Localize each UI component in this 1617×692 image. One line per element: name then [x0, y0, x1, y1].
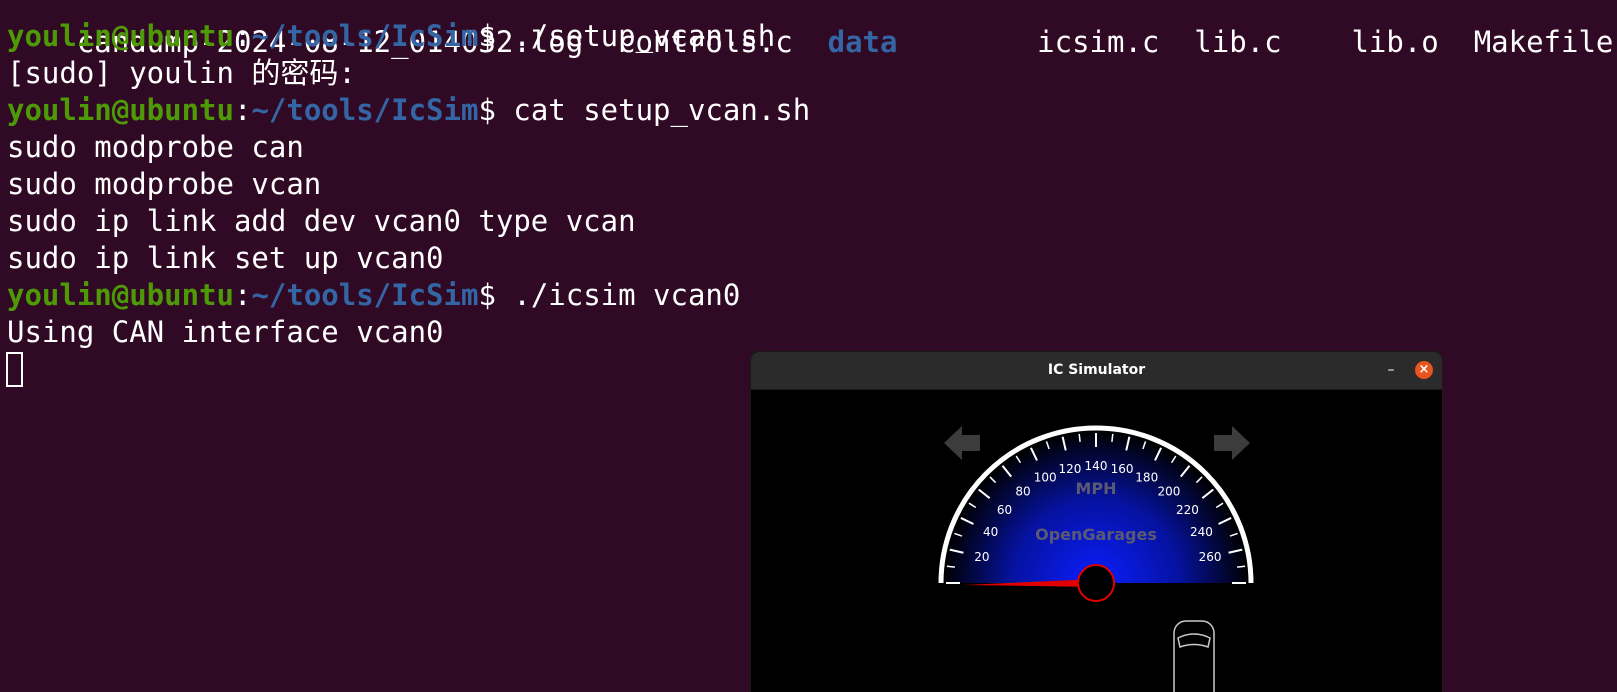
gauge-tick	[1078, 433, 1081, 442]
prompt-line: youlin@ubuntu:~/tools/IcSim$ ./setup_vca…	[7, 18, 775, 55]
file-entry: Makefile	[1473, 25, 1614, 59]
gauge-tick-label: 220	[1176, 503, 1199, 517]
prompt-dollar: $	[478, 19, 514, 53]
close-button[interactable]: ×	[1415, 361, 1433, 379]
gauge-tick	[1237, 565, 1246, 568]
prompt-colon: :	[233, 93, 252, 127]
command-text: ./icsim vcan0	[513, 278, 741, 312]
prompt-dollar: $	[478, 93, 514, 127]
gauge-tick-label: 80	[1015, 485, 1030, 499]
prompt-line: youlin@ubuntu:~/tools/IcSim$ cat setup_v…	[7, 92, 810, 129]
prompt-user: youlin@ubuntu	[7, 19, 234, 53]
file-entry: lib.o	[1351, 25, 1439, 59]
prompt-dollar: $	[478, 278, 514, 312]
file-entry: icsim.c	[1037, 25, 1160, 59]
gauge-tick-label: 100	[1034, 471, 1057, 485]
output-line: [sudo] youlin 的密码:	[7, 56, 356, 90]
output-line: sudo modprobe vcan	[7, 167, 322, 201]
gauge-tick-label: 240	[1190, 525, 1213, 539]
prompt-user: youlin@ubuntu	[7, 93, 234, 127]
terminal-cursor	[6, 352, 23, 387]
gauge-tick-label: 40	[983, 525, 998, 539]
gauge-tick-label: 160	[1111, 462, 1134, 476]
prompt-path: ~/tools/IcSim	[251, 19, 479, 53]
prompt-path: ~/tools/IcSim	[251, 278, 479, 312]
directory-entry: data	[827, 25, 898, 59]
gauge-tick-label: 120	[1059, 462, 1082, 476]
output-line: sudo modprobe can	[7, 130, 304, 164]
gauge-tick-label: 260	[1199, 550, 1222, 564]
gauge-tick-label: 180	[1135, 471, 1158, 485]
file-entry: lib.c	[1194, 25, 1282, 59]
window-title: IC Simulator	[1047, 362, 1146, 378]
instrument-cluster: 20406080100120 140 160180200220240260 MPH …	[938, 425, 1254, 692]
needle-hub	[1077, 564, 1115, 602]
right-turn-signal-icon	[1214, 426, 1250, 460]
gauge-tick-label: 60	[997, 503, 1012, 517]
gauge-tick-label: 200	[1157, 485, 1180, 499]
car-door-status-icon	[1173, 620, 1215, 692]
prompt-line: youlin@ubuntu:~/tools/IcSim$ ./icsim vca…	[7, 277, 740, 314]
command-text: ./setup_vcan.sh	[513, 19, 776, 53]
prompt-colon: :	[233, 278, 252, 312]
gauge-tick	[1111, 433, 1114, 442]
gauge-tick	[946, 565, 955, 568]
gauge-brand: OpenGarages	[1035, 525, 1157, 544]
prompt-user: youlin@ubuntu	[7, 278, 234, 312]
gauge-tick-label: 140	[1085, 459, 1108, 473]
ic-simulator-window[interactable]: IC Simulator – × 20 40 60 80 100 120 140 160 180…	[751, 352, 1442, 692]
prompt-colon: :	[233, 19, 252, 53]
command-text: cat setup_vcan.sh	[513, 93, 811, 127]
gauge-unit: MPH	[1075, 479, 1116, 498]
gauge-tick-label: 20	[974, 550, 989, 564]
minimize-button[interactable]: –	[1381, 360, 1401, 380]
prompt-path: ~/tools/IcSim	[251, 93, 479, 127]
left-turn-signal-icon	[944, 426, 980, 460]
output-line: Using CAN interface vcan0	[7, 315, 444, 349]
window-titlebar[interactable]: IC Simulator – ×	[751, 352, 1442, 390]
output-line: sudo ip link set up vcan0	[7, 241, 444, 275]
output-line: sudo ip link add dev vcan0 type vcan	[7, 204, 636, 238]
